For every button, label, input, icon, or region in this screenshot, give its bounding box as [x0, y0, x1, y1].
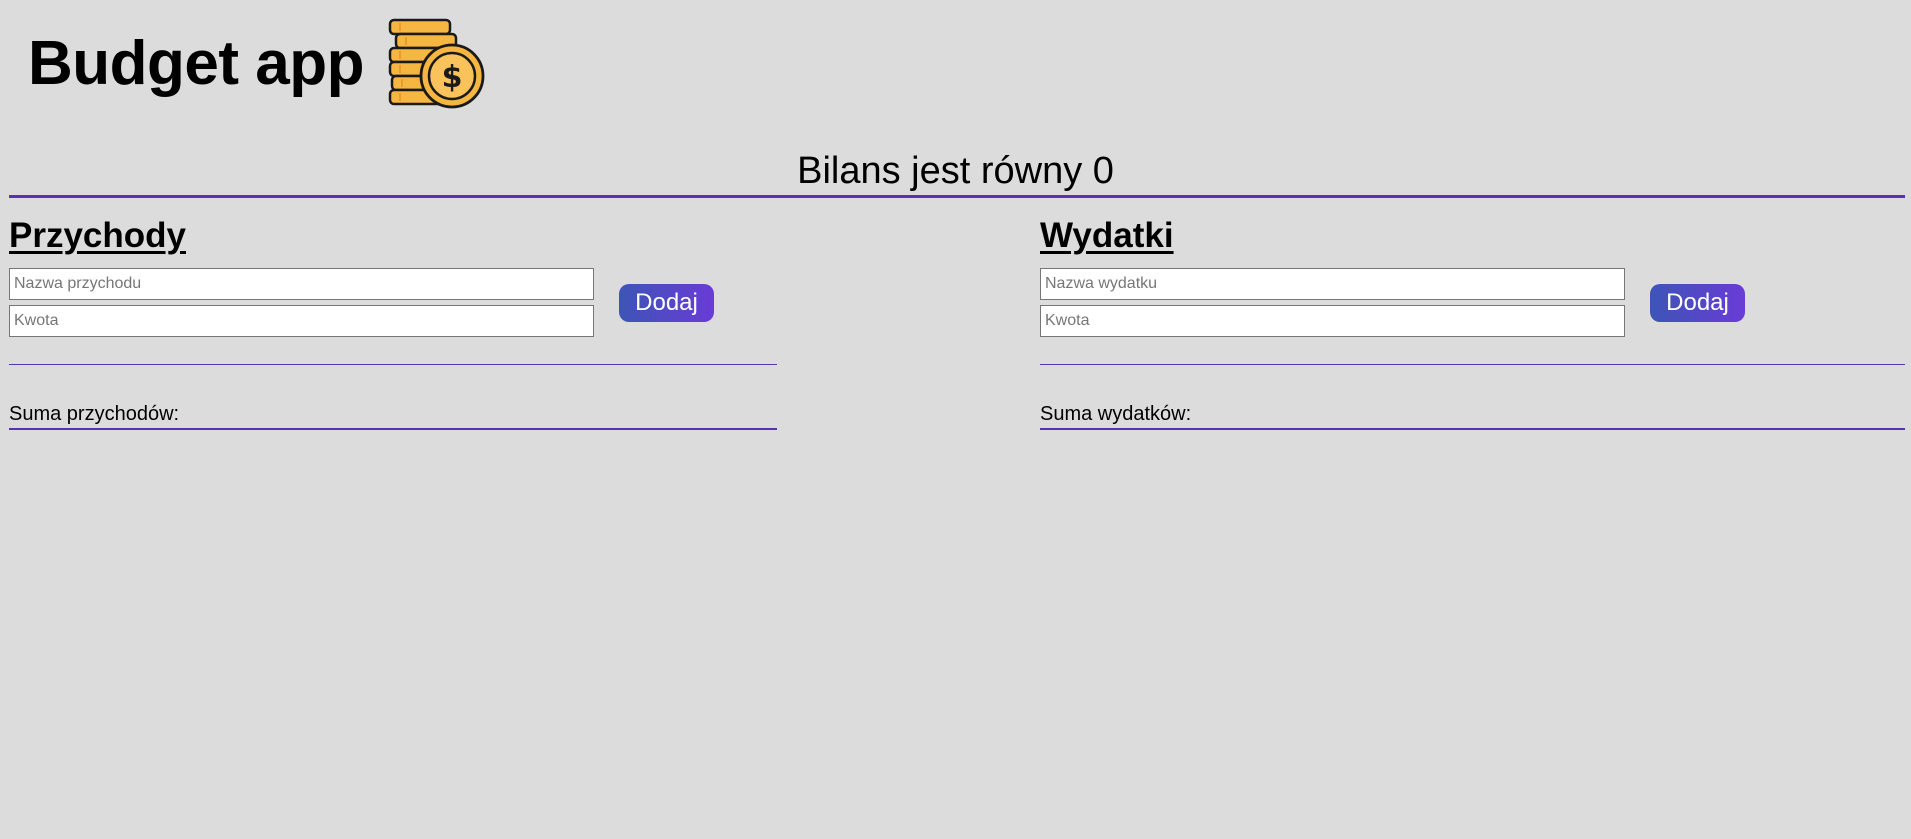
income-title: Przychody: [9, 216, 186, 255]
app-title: Budget app: [28, 29, 364, 98]
income-name-input[interactable]: [9, 268, 594, 300]
expense-name-input[interactable]: [1040, 268, 1625, 300]
budget-app-page: Budget app $ Bilans jest równy 0 Przycho…: [0, 0, 1911, 839]
income-sum-label: Suma przychodów:: [9, 403, 180, 425]
expenses-divider: [1040, 364, 1905, 365]
expenses-title: Wydatki: [1040, 216, 1174, 255]
expense-amount-input[interactable]: [1040, 305, 1625, 337]
income-amount-input[interactable]: [9, 305, 594, 337]
app-header: Budget app: [28, 18, 364, 110]
income-sum-underline: [9, 428, 777, 430]
expenses-sum-underline: [1040, 428, 1905, 430]
add-expense-button[interactable]: Dodaj: [1650, 284, 1745, 322]
coins-stack-dollar-icon: $: [388, 18, 485, 109]
add-income-button[interactable]: Dodaj: [619, 284, 714, 322]
balance-text: Bilans jest równy 0: [797, 150, 1114, 192]
expenses-sum-label: Suma wydatków:: [1040, 403, 1192, 425]
income-divider: [9, 364, 777, 365]
balance-divider: [9, 195, 1905, 198]
svg-text:$: $: [442, 60, 463, 95]
